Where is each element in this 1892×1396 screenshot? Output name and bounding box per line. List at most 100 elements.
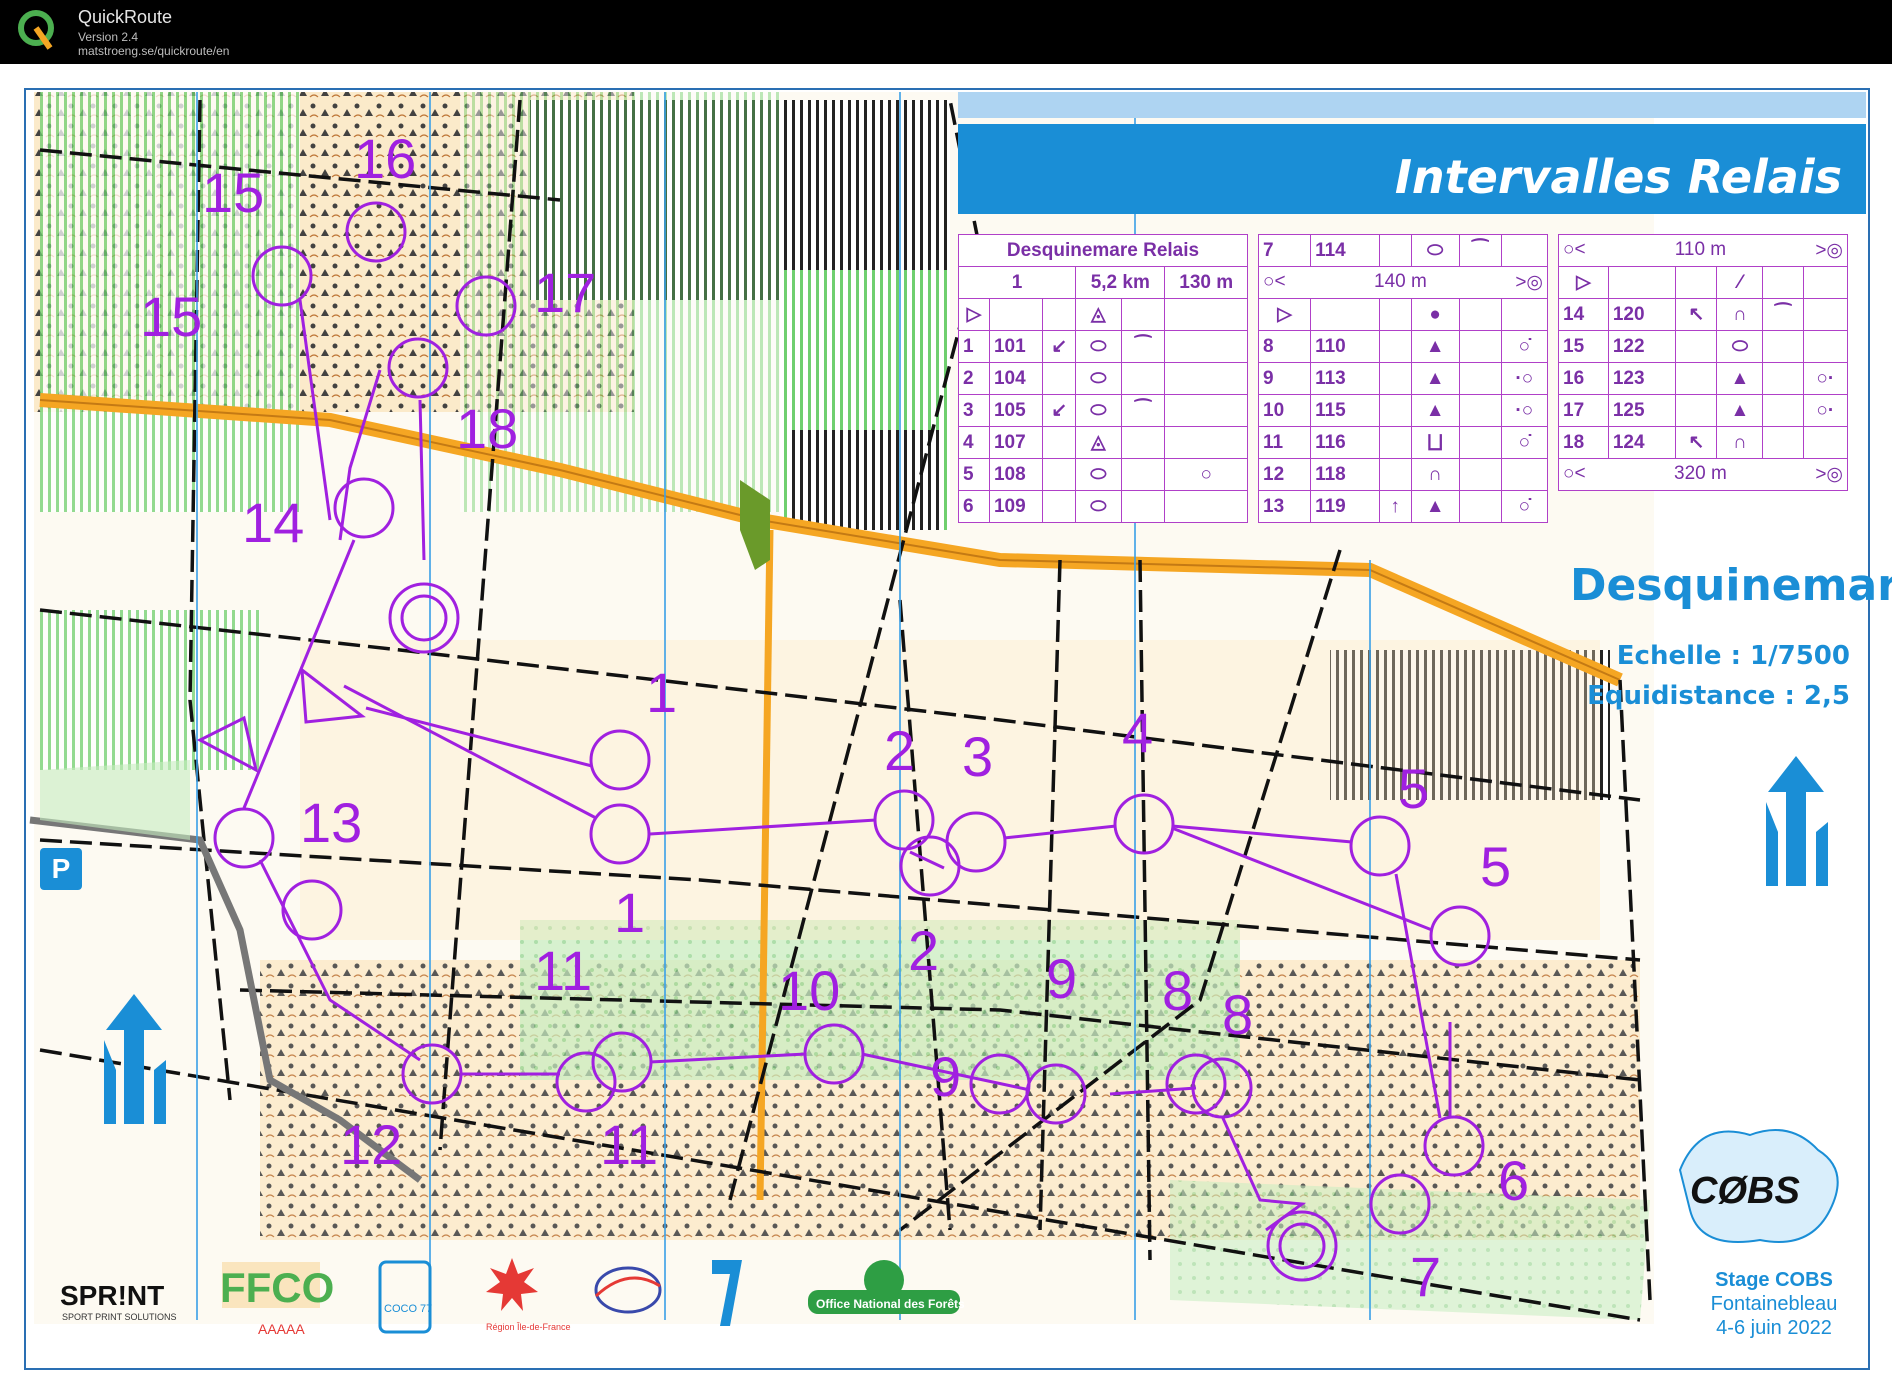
control-number-label: 15 — [140, 285, 202, 348]
cobs-logo-text: CØBS — [1690, 1170, 1800, 1212]
desc-cell-pos: ○̇ — [1500, 490, 1549, 523]
desc-cell-feat: ⬭ — [1075, 330, 1122, 363]
desc-cell-det — [1458, 394, 1502, 427]
stage-place: Fontainebleau — [1710, 1293, 1838, 1315]
marked-route-open-icon: ○< — [1263, 271, 1286, 292]
north-arrow-right-icon — [1766, 756, 1828, 886]
desc-rows-1: 1 101 ↙ ⬭ ⁀ 2 104 ⬭ 3 105 ↙ ⬭ ⁀ 4 107 ◬ 5 108 ⬭ ○ 6 109 ⬭ — [958, 330, 1248, 523]
desc-cell-num: 9 — [1257, 362, 1312, 395]
start-triangle-icon: ▷ — [958, 298, 990, 331]
desc-cell-dir — [1042, 362, 1077, 395]
sponsor-region: Région Île-de-France — [486, 1322, 571, 1332]
marked-route-length: 320 m — [1674, 463, 1727, 484]
desc-rows-2: 8 110 ▲ ○̇ 9 113 ▲ ·○ 10 115 ▲ ·○ 11 116 ⨆ ○̇ 12 118 ∩ 13 11… — [1257, 330, 1549, 523]
desc-cell-det — [1120, 490, 1166, 523]
sponsor-ffco: FFCO — [220, 1264, 334, 1311]
control-description-table-2: 7 114 ⬭ ⁀ ○< 140 m >◎ ▷ ● 8 110 ▲ ○̇ 9 113 ▲ ·○… — [1257, 234, 1549, 523]
marked-route-open-icon: ○< — [1563, 463, 1586, 484]
desc-cell-dir — [1042, 490, 1077, 523]
desc-cell-dir — [1378, 394, 1412, 427]
desc-cell-code: 119 — [1310, 490, 1380, 523]
desc-cell-num: 4 — [958, 426, 990, 459]
desc-cell-dir — [1042, 426, 1077, 459]
desc-cell-code: 105 — [988, 394, 1044, 427]
desc-cell-feat: ⬭ — [1075, 458, 1122, 491]
control-number-label: 14 — [242, 491, 304, 554]
desc-cell-pos — [1802, 298, 1849, 331]
control-number-label: 8 — [1162, 959, 1193, 1022]
desc-cell-dir: ↙ — [1042, 330, 1077, 363]
desc-cell-num: 6 — [958, 490, 990, 523]
control-number-label: 15 — [202, 161, 264, 224]
desc-cell-dir — [1378, 458, 1412, 491]
control-number-label: 1 — [614, 881, 645, 944]
desc-cell-code: 108 — [988, 458, 1044, 491]
desc-cell-dir — [1378, 330, 1412, 363]
desc-cell-pos — [1802, 426, 1849, 459]
desc-row: 4 107 ◬ — [958, 426, 1248, 459]
desc-cell-dir: ↖ — [1675, 426, 1718, 459]
desc-cell-det — [1120, 362, 1166, 395]
desc-cell-feat: ▲ — [1410, 490, 1460, 523]
desc-marked-route-top: ○< 110 m >◎ — [1558, 234, 1848, 267]
desc-course-climb: 130 m — [1164, 266, 1248, 299]
desc-cell-det — [1762, 426, 1804, 459]
desc-row: 13 119 ↑ ▲ ○̇ — [1257, 490, 1549, 523]
cobs-club-logo: CØBS — [1678, 1129, 1839, 1243]
desc-cell-feat: ⬭ — [1075, 394, 1122, 427]
desc-cell-pos: ○̇ — [1500, 426, 1549, 459]
desc-cell-det — [1762, 362, 1804, 395]
desc-cell-code: 115 — [1310, 394, 1380, 427]
desc-cell-code: 113 — [1310, 362, 1380, 395]
desc-cell-dir — [1675, 362, 1718, 395]
desc-row: 3 105 ↙ ⬭ ⁀ — [958, 394, 1248, 427]
marked-route-open-icon: ○< — [1563, 239, 1586, 260]
desc-cell-det — [1458, 458, 1502, 491]
control-number-label: 16 — [354, 127, 416, 190]
desc-cell-det — [1120, 426, 1166, 459]
desc-cell-pos: ·○ — [1500, 362, 1549, 395]
desc-cell-det — [1458, 362, 1502, 395]
desc-cell-num: 2 — [958, 362, 990, 395]
desc-cell-code: 125 — [1607, 394, 1677, 427]
map-event-title: Intervalles Relais — [958, 124, 1866, 214]
control-number-label: 12 — [340, 1113, 402, 1176]
control-number-label: 5 — [1398, 757, 1429, 820]
desc-cell-dir: ↑ — [1378, 490, 1412, 523]
marked-route-control-icon: >◎ — [1515, 272, 1543, 293]
control-number-label: 2 — [908, 919, 939, 982]
control-number-label: 3 — [962, 725, 993, 788]
desc-row: 10 115 ▲ ·○ — [1257, 394, 1549, 427]
desc-cell-dir — [1675, 394, 1718, 427]
desc-cell-det: ⁀ — [1762, 298, 1804, 331]
sponsor-sprint-sub: SPORT PRINT SOLUTIONS — [62, 1312, 177, 1322]
desc-cell-feat: ▲ — [1410, 394, 1460, 427]
desc-row-num: 7 — [1257, 234, 1312, 267]
desc-cell-det: ⁀ — [1120, 394, 1166, 427]
desc-cell-num: 8 — [1257, 330, 1312, 363]
desc-cell-feat: ◬ — [1075, 426, 1122, 459]
map-equidistance: Equidistance : 2,5 — [1587, 681, 1850, 711]
desc-cell-feat: ▲ — [1410, 362, 1460, 395]
desc-row: 2 104 ⬭ — [958, 362, 1248, 395]
desc-row: 15 122 ⬭ — [1558, 330, 1849, 363]
control-number-label: 17 — [534, 261, 596, 324]
control-number-label: 2 — [884, 719, 915, 782]
desc-cell-dir: ↙ — [1042, 394, 1077, 427]
desc-cell-pos: ○· — [1802, 362, 1849, 395]
desc-row-feature: ⬭ — [1410, 234, 1460, 267]
desc-cell-num: 5 — [958, 458, 990, 491]
desc-row-detail: ⁀ — [1458, 234, 1502, 267]
desc-cell-pos: ·○ — [1500, 394, 1549, 427]
desc-marked-route-finish: ○< 320 m >◎ — [1558, 458, 1848, 491]
control-description-table-3: ○< 110 m >◎ ▷ ⁄ 14 120 ↖ ∩ ⁀ 15 122 ⬭ 16 123 ▲ ○· 17… — [1558, 234, 1849, 491]
desc-cell-feat: ∩ — [1410, 458, 1460, 491]
desc-cell-num: 1 — [958, 330, 990, 363]
start-feature-icon: ◬ — [1075, 298, 1122, 331]
desc-cell-pos: ○· — [1802, 394, 1849, 427]
crossing-icon: ⁄ — [1716, 266, 1764, 299]
desc-cell-pos — [1164, 426, 1248, 459]
desc-cell-feat: ∩ — [1716, 426, 1764, 459]
desc-cell-num: 3 — [958, 394, 990, 427]
desc-cell-feat: ▲ — [1410, 330, 1460, 363]
